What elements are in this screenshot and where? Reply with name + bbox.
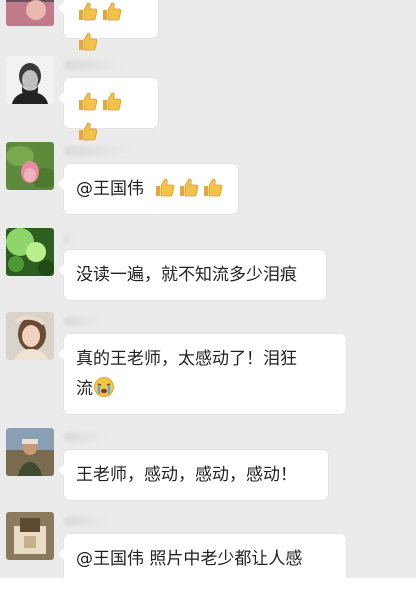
message-text: 王老师，感动，感动，感动！ xyxy=(76,465,297,485)
thumbs-up-icon xyxy=(201,176,223,198)
chat-message-list[interactable]: @王国伟 没读一遍，就不知流多少泪痕 真的王老师，太感动了！泪狂 流 王老师，感… xyxy=(0,0,416,578)
avatar[interactable] xyxy=(6,428,54,476)
avatar[interactable] xyxy=(6,512,54,560)
sender-name xyxy=(64,316,100,326)
message-text-line-1: @王国伟 照片中老少都让人感 xyxy=(76,544,334,574)
message-bubble[interactable]: 真的王老师，太感动了！泪狂 流 xyxy=(58,334,346,414)
mention[interactable]: @王国伟 xyxy=(76,549,144,569)
message-bubble[interactable]: @王国伟 照片中老少都让人感 动 xyxy=(58,534,346,578)
sender-name xyxy=(64,234,72,244)
message-text-line-2-text: 流 xyxy=(76,379,93,399)
message-bubble[interactable] xyxy=(58,0,158,51)
sender-name xyxy=(64,432,104,442)
crying-face-icon xyxy=(93,376,115,398)
message-bubble[interactable] xyxy=(58,78,158,141)
thumbs-up-icon xyxy=(177,176,199,198)
thumbs-up-icon xyxy=(100,90,122,112)
thumbs-up-icon xyxy=(76,90,98,112)
thumbs-up-icon xyxy=(76,120,98,142)
thumbs-up-icon xyxy=(153,176,175,198)
message-bubble[interactable]: @王国伟 xyxy=(58,164,238,214)
avatar[interactable] xyxy=(6,228,54,276)
thumbs-up-icon xyxy=(76,30,98,52)
avatar[interactable] xyxy=(6,56,54,104)
message-text: 照片中老少都让人感 xyxy=(144,549,303,569)
message-bubble[interactable]: 王老师，感动，感动，感动！ xyxy=(58,450,328,500)
avatar[interactable] xyxy=(6,142,54,190)
avatar[interactable] xyxy=(6,312,54,360)
sender-name xyxy=(64,60,124,70)
message-bubble[interactable]: 没读一遍，就不知流多少泪痕 xyxy=(58,250,326,300)
sender-name xyxy=(64,146,134,156)
message-text: 没读一遍，就不知流多少泪痕 xyxy=(76,265,297,285)
bottom-bar xyxy=(0,578,416,600)
thumbs-up-icon xyxy=(76,0,98,22)
thumbs-up-icon xyxy=(100,0,122,22)
sender-name xyxy=(64,516,108,526)
mention[interactable]: @王国伟 xyxy=(76,179,144,199)
message-text-line-2: 流 xyxy=(76,374,334,404)
message-text-line-1: 真的王老师，太感动了！泪狂 xyxy=(76,349,297,369)
avatar[interactable] xyxy=(6,0,54,26)
